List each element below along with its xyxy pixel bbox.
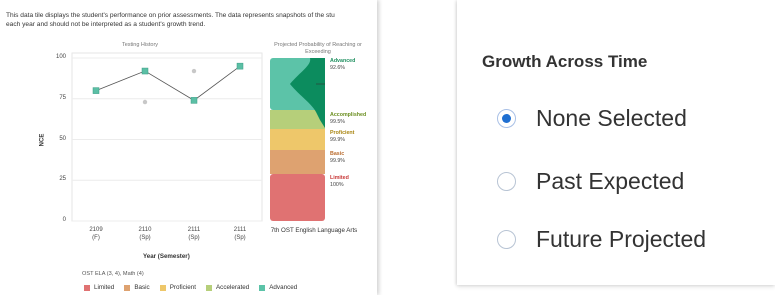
projection-level-name: Proficient (330, 130, 355, 136)
radio-button-icon[interactable] (497, 172, 516, 191)
plot-area (71, 52, 263, 222)
data-point-circle (142, 99, 148, 105)
legend-item: Limited (84, 284, 114, 291)
radio-label: Future Projected (536, 226, 707, 252)
projection-label-accomplished: Accomplished 99.5% (330, 112, 366, 125)
y-tick-label: 0 (62, 217, 66, 223)
legend-swatch-icon (124, 284, 131, 291)
x-tick-year: 2110 (138, 227, 152, 233)
radio-label: Past Expected (536, 168, 685, 194)
legend-label: Accelerated (215, 284, 250, 291)
projection-band-limited (270, 174, 325, 221)
projection-level-percent: 100% (330, 181, 344, 188)
legend-note: OST ELA (3, 4), Math (4) (82, 271, 144, 277)
projection-level-percent: 99.5% (330, 118, 346, 125)
x-tick-label: 2110 (Sp) (127, 226, 163, 242)
legend-swatch-icon (259, 284, 266, 291)
y-tick-label: 100 (55, 54, 66, 60)
x-tick-year: 2111 (187, 227, 201, 233)
growth-title: Growth Across Time (482, 52, 648, 71)
radio-button-selected-icon[interactable] (497, 109, 516, 128)
legend-item: Basic (124, 284, 150, 291)
legend-item: Advanced (259, 284, 297, 291)
projection-level-percent: 92.6% (330, 64, 346, 71)
radio-option-none-selected[interactable]: None Selected (497, 105, 687, 132)
projection-level-name: Basic (330, 151, 345, 157)
projection-subject: 7th OST English Language Arts (270, 227, 358, 234)
radio-option-future-projected[interactable]: Future Projected (497, 226, 706, 253)
y-tick-label: 50 (59, 135, 66, 142)
data-point-circle (191, 68, 197, 74)
projection-level-name: Accomplished (330, 112, 367, 118)
legend-swatch-icon (159, 284, 166, 291)
data-point-square (92, 87, 100, 94)
data-point-square (141, 67, 149, 75)
legend-item: Accelerated (205, 284, 250, 291)
x-tick-year: 2111 (233, 227, 247, 233)
x-tick-semester: (Sp) (188, 235, 200, 241)
testing-history-chart (71, 52, 325, 222)
y-tick-label: 75 (59, 94, 66, 101)
legend-item: Proficient (159, 284, 196, 291)
projection-level-percent: 99.9% (330, 157, 346, 164)
x-tick-label: 2109 (F) (78, 226, 114, 242)
projection-band-proficient (270, 129, 325, 150)
radio-label: None Selected (536, 105, 687, 131)
projection-level-percent: 99.9% (330, 136, 346, 143)
projection-label-basic: Basic 99.9% (330, 151, 345, 164)
data-point-square (190, 97, 198, 104)
projection-label-proficient: Proficient 99.9% (330, 130, 354, 143)
projection-level-name: Limited (330, 175, 349, 181)
projection-label-advanced: Advanced 92.6% (330, 58, 355, 71)
legend-label: Advanced (269, 284, 298, 291)
legend-swatch-icon (84, 284, 90, 291)
legend-label: Basic (134, 284, 150, 291)
growth-across-time-panel: Growth Across Time None Selected Past Ex… (457, 0, 775, 285)
projection-level-name: Advanced (330, 58, 356, 64)
legend-label: Proficient (169, 284, 196, 291)
radio-button-icon[interactable] (497, 230, 516, 249)
x-tick-year: 2109 (89, 227, 103, 233)
performance-level-legend: Limited Basic Proficient Accelerated Advance… (84, 284, 297, 291)
projection-band-basic (270, 150, 325, 174)
radio-dot-icon (502, 114, 511, 123)
x-tick-label: 2111 (Sp) (222, 226, 258, 242)
legend-swatch-icon (205, 284, 212, 291)
assessment-data-tile: This data tile displays the student's pe… (0, 0, 377, 295)
legend-label: Limited (94, 284, 115, 291)
x-tick-semester: (Sp) (139, 235, 151, 241)
x-tick-semester: (F) (92, 235, 100, 241)
data-point-square (236, 62, 244, 70)
y-tick-label: 25 (59, 176, 66, 183)
x-tick-semester: (Sp) (234, 235, 246, 241)
projection-label-limited: Limited 100% (330, 175, 349, 188)
x-axis-label: Year (Semester) (143, 253, 190, 260)
radio-option-past-expected[interactable]: Past Expected (497, 168, 684, 195)
y-axis-label: NCE (39, 133, 46, 147)
x-tick-label: 2111 (Sp) (176, 226, 212, 242)
